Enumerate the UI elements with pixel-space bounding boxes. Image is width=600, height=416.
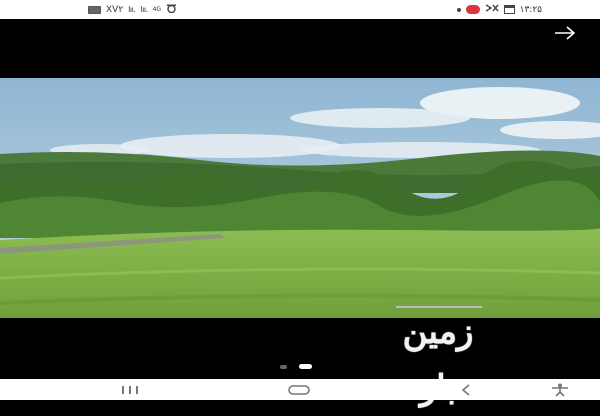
status-right: ۱۳:۲۵: [456, 3, 542, 16]
calendar-icon: [503, 5, 515, 14]
back-button[interactable]: [456, 382, 476, 397]
arrow-right-icon: [555, 26, 576, 40]
navigation-bar: [0, 379, 600, 400]
landscape-image: [0, 78, 600, 318]
forward-button[interactable]: [552, 23, 578, 43]
page-dot-2-active[interactable]: [299, 364, 312, 369]
page-dot-1[interactable]: [280, 364, 287, 369]
status-left: XV۲ lıı. lıı. 4G: [88, 4, 177, 16]
accessibility-icon: [552, 383, 568, 397]
mute-icon: [485, 3, 499, 16]
alarm-icon: [166, 4, 177, 16]
clock: ۱۳:۲۵: [519, 4, 542, 15]
back-icon: [461, 383, 470, 396]
home-button[interactable]: [286, 382, 312, 397]
accessibility-button[interactable]: [548, 382, 572, 397]
image-viewer[interactable]: زمین باز: [0, 19, 600, 408]
landscape-photo[interactable]: [0, 78, 600, 318]
signal-icon-2: lıı.: [140, 5, 148, 14]
status-bar: XV۲ lıı. lıı. 4G ۱۳:۲۵: [0, 0, 600, 19]
recent-apps-icon: [122, 385, 138, 394]
missed-call-icon: [465, 5, 480, 14]
battery-icon: [88, 5, 101, 14]
home-icon: [288, 384, 310, 395]
network-type: 4G: [152, 6, 162, 13]
watermark-logo: زمین باز: [402, 312, 476, 408]
notification-dot-icon: [456, 7, 461, 12]
recent-apps-button[interactable]: [118, 382, 142, 397]
signal-icon-1: lıı.: [128, 5, 136, 14]
status-left-text: XV۲: [106, 4, 124, 15]
page-indicator: [280, 364, 312, 369]
